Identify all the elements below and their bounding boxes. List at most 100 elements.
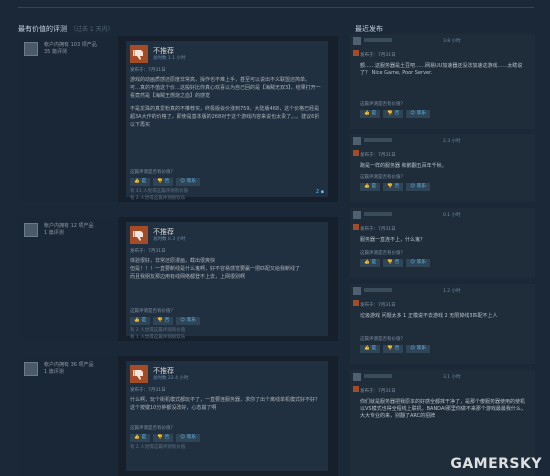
vote-yes-button[interactable]: 👍 是 xyxy=(360,259,381,267)
vote-yes-button[interactable]: 👍 是 xyxy=(360,110,381,118)
posted-date: 发布于：7月31日 xyxy=(360,53,396,58)
review-line: 而且我朋友那边用有线网络都登不上去，上网很别啊 xyxy=(130,274,246,280)
avatar[interactable] xyxy=(24,223,38,237)
recent-review: 0.1 小时 发布于：7月31日 服务器一直连不上，什么鬼？ 这篇评测是否有价值… xyxy=(350,208,535,278)
funny-count: 有 2 人觉得这篇评测很欢乐 xyxy=(130,196,186,201)
avatar[interactable] xyxy=(24,42,38,56)
comment-icon: ▪ xyxy=(320,189,324,195)
posted-date: 发布于：7月31日 xyxy=(360,303,396,308)
thumbs-up-icon: 👍 xyxy=(364,184,370,189)
vote-funny-button[interactable]: ☺ 欢乐 xyxy=(406,259,430,267)
review-body: 你们就是服务器把我原本的好感全都抹干净了，是那个傻服务器使用的使机以VS模式也得… xyxy=(360,399,526,419)
avatar[interactable] xyxy=(24,362,38,376)
review-count[interactable]: 1 篇评测 xyxy=(44,230,94,237)
vote-funny-button[interactable]: ☺ 欢乐 xyxy=(176,317,200,325)
helpful-question: 这篇评测是否有价值？ xyxy=(360,251,405,256)
helpful-question: 这篇评测是否有价值？ xyxy=(360,337,405,342)
thumbs-down-icon xyxy=(353,150,359,156)
vote-no-button[interactable]: 👎 否 xyxy=(383,183,404,191)
thumbs-down-icon: 👎 xyxy=(387,184,393,189)
thumbs-up-icon: 👍 xyxy=(364,260,370,265)
vote-buttons: 👍 是 👎 否 ☺ 欢乐 xyxy=(130,317,200,325)
vote-no-label: 否 xyxy=(394,260,400,265)
review-line: 游戏的动画质感还原度非常高，操作也不难上手，甚至可以说出不义联盟还简单。 xyxy=(130,77,311,83)
funny-count: 有 1 人觉得这篇评测很欢乐 xyxy=(130,335,186,340)
review-body: 垃圾游戏 问题太多 1 正模说不去游戏 2 无限掉线3匹配不上人 xyxy=(360,313,498,319)
vote-yes-button[interactable]: 👍 是 xyxy=(360,183,381,191)
review-line: 什么啊，玩个街机模式都玩不了，一直要连服务器，求你了出个离线单机模式好不好？这个… xyxy=(130,397,321,411)
helpful-count: 有 43 人觉得这篇评测有价值 xyxy=(130,189,189,194)
vote-no-button[interactable]: 👎 否 xyxy=(383,259,404,267)
playtime: 总时数 1.1 小时 xyxy=(153,56,186,61)
playtime: 3.8 小时 xyxy=(443,39,461,44)
avatar[interactable] xyxy=(353,373,361,381)
vote-funny-button[interactable]: ☺ 欢乐 xyxy=(406,110,430,118)
playtime: 总时数 0.3 小时 xyxy=(153,237,186,242)
vote-funny-label: 欢乐 xyxy=(186,318,196,323)
thumbs-up-icon: 👍 xyxy=(364,111,370,116)
vote-no-button[interactable]: 👎 否 xyxy=(383,110,404,118)
helpful-question: 这篇评测是否有价值？ xyxy=(360,102,405,107)
vote-yes-label: 是 xyxy=(371,260,377,265)
reviewer-name[interactable] xyxy=(364,38,392,42)
thumbs-down-icon xyxy=(353,300,359,306)
vote-yes-button[interactable]: 👍 是 xyxy=(130,434,151,442)
reviewer-name[interactable] xyxy=(364,212,392,216)
review-count[interactable]: 1 篇评测 xyxy=(44,369,94,376)
thumbs-down-icon xyxy=(130,45,148,63)
vote-buttons: 👍 是 👎 否 ☺ 欢乐 xyxy=(130,434,200,442)
thumbs-down-icon: 👎 xyxy=(157,318,163,323)
vote-no-label: 否 xyxy=(164,435,170,440)
vote-no-label: 否 xyxy=(164,179,170,184)
thumbs-down-icon: 👎 xyxy=(387,111,393,116)
avatar[interactable] xyxy=(353,137,361,145)
vote-funny-button[interactable]: ☺ 欢乐 xyxy=(176,434,200,442)
helpful-count: 有 2 人觉得这篇评测有价值 xyxy=(130,328,186,333)
vote-buttons: 👍 是 👎 否 ☺ 欢乐 xyxy=(360,345,430,353)
smile-icon: ☺ xyxy=(180,179,185,184)
vote-yes-button[interactable]: 👍 是 xyxy=(130,178,151,186)
avatar[interactable] xyxy=(353,37,361,45)
posted-date: 发布于：7月31日 xyxy=(130,388,166,393)
owned-products: 帐户内拥有 36 项产品 xyxy=(44,362,94,368)
recent-review: 2.3 小时 发布于：7月31日 跑是一样的服务器 和鹅翻五百年千秋。 这篇评测… xyxy=(350,134,535,202)
vote-funny-label: 欢乐 xyxy=(416,260,426,265)
vote-yes-label: 是 xyxy=(141,318,147,323)
reviewer-name[interactable] xyxy=(364,138,392,142)
vote-no-button[interactable]: 👎 否 xyxy=(153,178,174,186)
vote-no-label: 否 xyxy=(164,318,170,323)
review-body: 什么啊，玩个街机模式都玩不了，一直要连服务器，求你了出个离线单机模式好不好？这个… xyxy=(130,396,322,412)
review-count[interactable]: 35 篇评测 xyxy=(44,49,97,56)
avatar[interactable] xyxy=(353,211,361,219)
reviewer-name[interactable] xyxy=(364,288,392,292)
vote-funny-label: 欢乐 xyxy=(416,111,426,116)
comment-count[interactable]: 2 ▪ xyxy=(316,189,324,195)
reviewer-info: 帐户内拥有 12 项产品 1 篇评测 xyxy=(18,217,118,341)
vote-funny-label: 欢乐 xyxy=(186,435,196,440)
thumbs-down-icon: 👎 xyxy=(157,435,163,440)
review-body: 体验很好，非常还原漫画，截出很爽快 但是！！！一直要断线是什么鬼啊，好不容易感觉… xyxy=(130,257,322,281)
posted-date: 发布于：7月31日 xyxy=(360,389,396,394)
smile-icon: ☺ xyxy=(410,260,415,265)
vote-no-button[interactable]: 👎 否 xyxy=(153,317,174,325)
helpful-question: 这篇评测是否有价值？ xyxy=(130,426,175,431)
vote-funny-button[interactable]: ☺ 欢乐 xyxy=(176,178,200,186)
review-body: 服务器一直连不上，什么鬼？ xyxy=(360,237,426,243)
vote-yes-label: 是 xyxy=(371,346,377,351)
vote-funny-button[interactable]: ☺ 欢乐 xyxy=(406,183,430,191)
thumbs-up-icon: 👍 xyxy=(364,346,370,351)
avatar[interactable] xyxy=(353,287,361,295)
comment-count-value: 2 xyxy=(315,189,320,195)
vote-no-button[interactable]: 👎 否 xyxy=(153,434,174,442)
vote-funny-button[interactable]: ☺ 欢乐 xyxy=(406,345,430,353)
smile-icon: ☺ xyxy=(410,111,415,116)
thumbs-up-icon: 👍 xyxy=(134,179,140,184)
most-helpful-period[interactable]: （过去 1 天内） xyxy=(70,26,114,33)
vote-yes-button[interactable]: 👍 是 xyxy=(360,345,381,353)
vote-no-button[interactable]: 👎 否 xyxy=(383,345,404,353)
recent-review: 3.8 小时 发布于：7月31日 额……这服务器是土豆吧……网易UU加速器还没法… xyxy=(350,34,535,129)
reviewer-name[interactable] xyxy=(364,374,392,378)
vote-yes-button[interactable]: 👍 是 xyxy=(130,317,151,325)
review-body: 游戏的动画质感还原度非常高，操作也不难上手，甚至可以说出不义联盟还简单。 可…真… xyxy=(130,76,322,129)
thumbs-down-icon: 👎 xyxy=(387,260,393,265)
